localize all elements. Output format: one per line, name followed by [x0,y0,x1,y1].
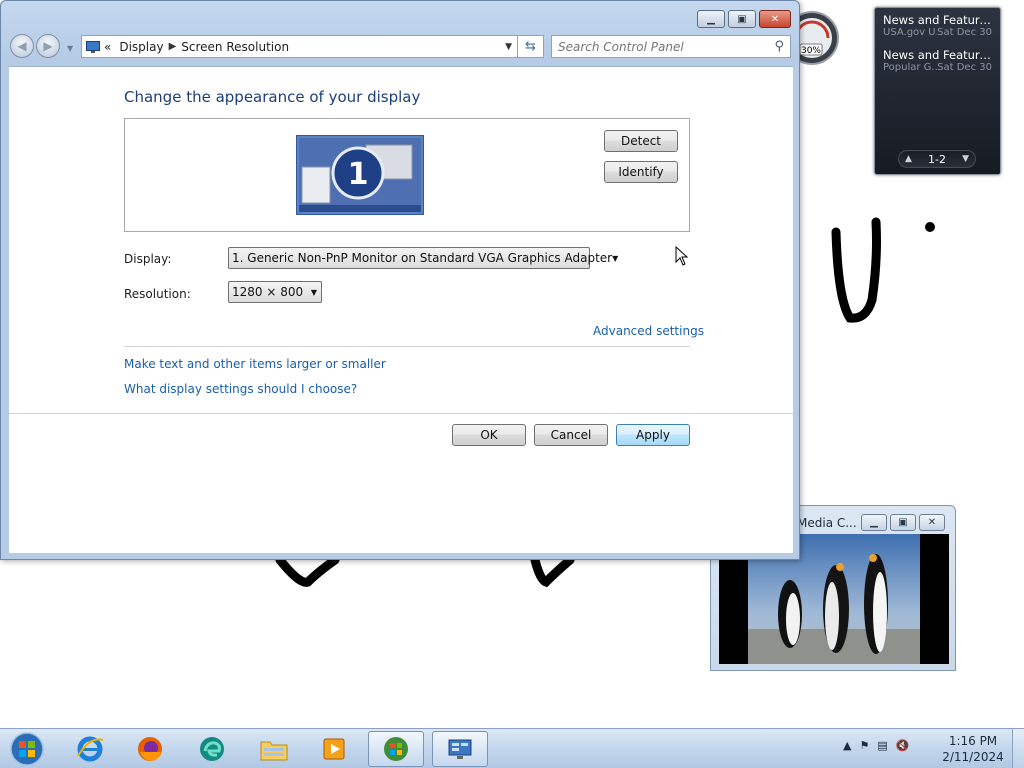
maximize-button[interactable]: ▣ [890,514,916,531]
taskbar-display-control-panel[interactable] [432,731,488,767]
cancel-button[interactable]: Cancel [534,424,608,446]
resolution-select[interactable]: 1280 × 800 ▼ [228,281,322,303]
news-feed-gadget[interactable]: News and Feature... USA.gov U...Sat Dec … [874,7,1001,175]
identify-button[interactable]: Identify [604,161,678,183]
text-size-link[interactable]: Make text and other items larger or smal… [124,357,386,371]
news-source: USA.gov U... [883,27,937,38]
breadcrumb-overflow[interactable]: « [104,40,111,54]
chevron-down-icon[interactable]: ▼ [612,254,618,263]
back-button[interactable]: ◀ [10,34,34,58]
taskbar-firefox[interactable] [122,731,178,767]
news-pager: ▲ 1-2 ▼ [898,150,976,168]
close-button[interactable]: ✕ [919,514,945,531]
breadcrumb-screen-resolution[interactable]: Screen Resolution [181,40,289,54]
action-center-flag-icon[interactable]: ⚑ [859,739,869,752]
start-button[interactable] [5,731,49,767]
taskbar-media-player[interactable] [306,731,362,767]
control-panel-icon [448,739,472,759]
taskbar: ▲ ⚑ ▤ 🔇 1:16 PM 2/11/2024 [0,728,1024,768]
media-window-title: Media C... [797,516,857,530]
system-tray: ▲ ⚑ ▤ 🔇 [843,739,909,752]
monitor-number: 1 [348,157,369,192]
show-desktop-button[interactable] [1012,729,1024,768]
news-source: Popular G... [883,62,938,73]
ok-button[interactable]: OK [452,424,526,446]
chevron-down-icon[interactable]: ▼ [311,288,317,297]
windows-logo-icon [384,737,408,761]
close-button[interactable]: ✕ [759,10,791,28]
breadcrumb-display[interactable]: Display [119,40,163,54]
cpu-percent: 30% [801,46,821,56]
pager-down-icon[interactable]: ▼ [962,154,969,164]
media-player-icon [323,738,345,760]
firefox-icon [138,737,162,761]
resolution-select-value: 1280 × 800 [232,285,304,299]
news-title[interactable]: News and Feature... [883,48,992,62]
clock-date: 2/11/2024 [942,750,1004,764]
taskbar-windows-update[interactable] [368,731,424,767]
resolution-label: Resolution: [124,287,191,301]
search-box[interactable]: ⚲ [551,35,791,58]
minimize-button[interactable]: ▁ [697,10,725,28]
advanced-settings-link[interactable]: Advanced settings [593,324,704,338]
divider [124,346,690,347]
refresh-button[interactable]: ⇆ [518,35,544,58]
detect-button[interactable]: Detect [604,130,678,152]
minimize-button[interactable]: ▁ [861,514,887,531]
system-clock[interactable]: 1:16 PM 2/11/2024 [940,733,1006,765]
folder-icon [260,741,288,761]
divider [9,413,793,414]
chevron-right-icon[interactable]: ▶ [169,41,177,52]
network-icon[interactable]: ▤ [877,739,887,752]
internet-explorer-icon [77,736,104,762]
taskbar-file-explorer[interactable] [246,731,302,767]
forward-button[interactable]: ▶ [36,34,60,58]
news-date: Sat Dec 30 [937,62,992,73]
content-pane: Change the appearance of your display 1 … [9,66,793,553]
taskbar-internet-explorer[interactable] [62,731,118,767]
taskbar-edge[interactable] [184,731,240,767]
display-label: Display: [124,252,172,266]
display-preview: 1 Detect Identify [124,118,690,232]
recent-pages-icon[interactable]: ▼ [67,44,73,53]
display-select[interactable]: 1. Generic Non-PnP Monitor on Standard V… [228,247,618,269]
display-settings-help-link[interactable]: What display settings should I choose? [124,382,357,396]
news-item[interactable]: News and Feature... USA.gov U...Sat Dec … [875,8,1000,43]
screen-resolution-window[interactable]: ▁ ▣ ✕ ◀ ▶ ▼ « Display ▶ Screen Resolutio… [0,0,800,560]
news-page-indicator: 1-2 [928,152,946,166]
page-title: Change the appearance of your display [124,88,421,106]
search-input[interactable] [558,39,758,54]
show-hidden-icons-icon[interactable]: ▲ [843,739,851,752]
control-panel-icon [86,40,100,53]
address-bar[interactable]: « Display ▶ Screen Resolution ▼ [81,35,518,58]
chevron-down-icon[interactable]: ▼ [505,42,512,52]
news-title[interactable]: News and Feature... [883,13,992,27]
monitor-1-icon[interactable]: 1 [296,135,424,215]
volume-muted-icon[interactable]: 🔇 [896,739,910,752]
apply-button[interactable]: Apply [616,424,690,446]
edge-icon [200,737,224,761]
search-icon[interactable]: ⚲ [774,39,784,54]
display-select-value: 1. Generic Non-PnP Monitor on Standard V… [232,251,613,265]
news-date: Sat Dec 30 [937,27,992,38]
mouse-cursor-icon [675,246,689,266]
pager-up-icon[interactable]: ▲ [905,154,912,164]
maximize-button[interactable]: ▣ [728,10,756,28]
clock-time: 1:16 PM [948,734,998,748]
news-item[interactable]: News and Feature... Popular G... Sat Dec … [875,43,1000,78]
